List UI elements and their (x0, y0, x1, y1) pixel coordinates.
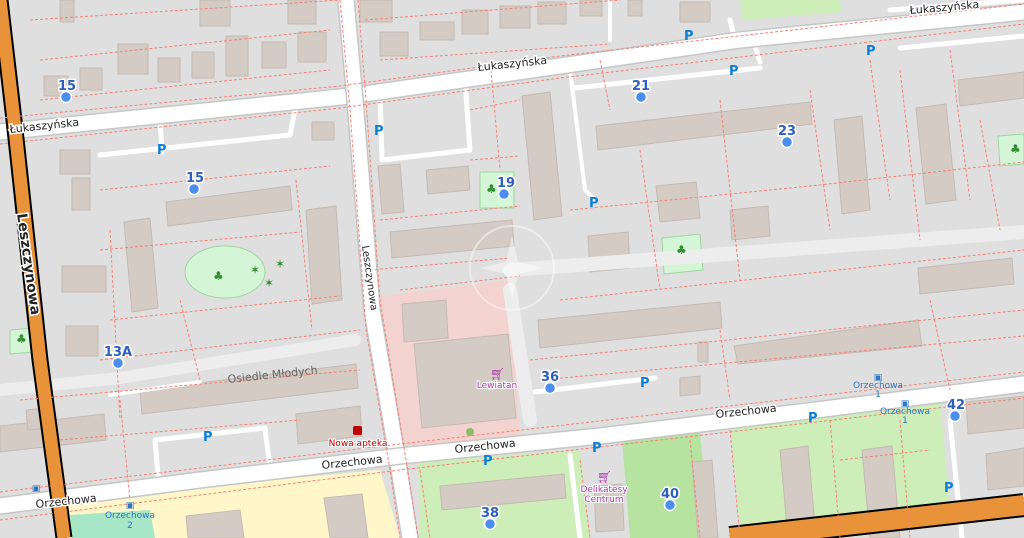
fitness-icon: ✶ (250, 263, 260, 277)
house-number: 23 (778, 124, 796, 139)
shop-label: Lewiatan (477, 381, 518, 391)
house-number: 15 (58, 79, 76, 94)
house-number: 13A (104, 345, 132, 360)
pharmacy-icon (353, 426, 362, 435)
parking-icon: P (203, 430, 213, 445)
shop-label: Delikatesy (580, 485, 628, 495)
parking-icon: P (374, 124, 384, 139)
parking-icon: P (684, 29, 694, 44)
parking-icon: P (944, 481, 954, 496)
parking-icon: P (729, 64, 739, 79)
shopping-cart-icon: 🛒︎ (490, 367, 505, 381)
shop-label: Centrum (584, 495, 623, 505)
parking-icon: P (589, 196, 599, 211)
fitness-icon: ✶ (275, 257, 285, 271)
house-number: 42 (947, 398, 965, 413)
house-number: 21 (632, 79, 650, 94)
playground-icon: ♣ (1010, 142, 1021, 156)
house-number: 38 (481, 506, 499, 521)
crosshair-marker-icon (469, 225, 555, 311)
bus-stop-icon: ▣ (32, 484, 41, 494)
bus-stop-ref: 1 (902, 416, 908, 426)
pharmacy-label: Nowa apteka (329, 439, 388, 449)
house-number: 40 (661, 487, 679, 502)
bus-stop-icon: ▣ (126, 501, 135, 511)
house-number: 19 (497, 176, 515, 191)
parking-icon: P (640, 376, 650, 391)
shopping-cart-icon: 🛒︎ (597, 470, 612, 484)
fitness-icon: ✶ (264, 276, 274, 290)
house-number: 15 (186, 171, 204, 186)
tree-icon (466, 428, 474, 436)
parking-icon: P (483, 454, 493, 469)
bus-stop-label: Orzechowa (105, 511, 155, 521)
map-view[interactable]: P P P P P P P P P P P P ♣ ♣ ♣ ♣ ♣ ✶ ✶ ✶ (0, 0, 1024, 538)
parking-icon: P (157, 143, 167, 158)
map-canvas[interactable]: P P P P P P P P P P P P ♣ ♣ ♣ ♣ ♣ ✶ ✶ ✶ (0, 0, 1024, 538)
playground-icon: ♣ (16, 332, 27, 346)
parking-icon: P (592, 441, 602, 456)
house-number: 36 (541, 370, 559, 385)
bus-stop-ref: 1 (875, 390, 881, 400)
parking-icon: P (866, 44, 876, 59)
parking-icon: P (808, 411, 818, 426)
playground-icon: ♣ (486, 182, 497, 196)
playground-icon: ♣ (676, 243, 687, 257)
bus-stop-ref: 2 (127, 521, 133, 531)
playground-icon: ♣ (213, 269, 224, 283)
